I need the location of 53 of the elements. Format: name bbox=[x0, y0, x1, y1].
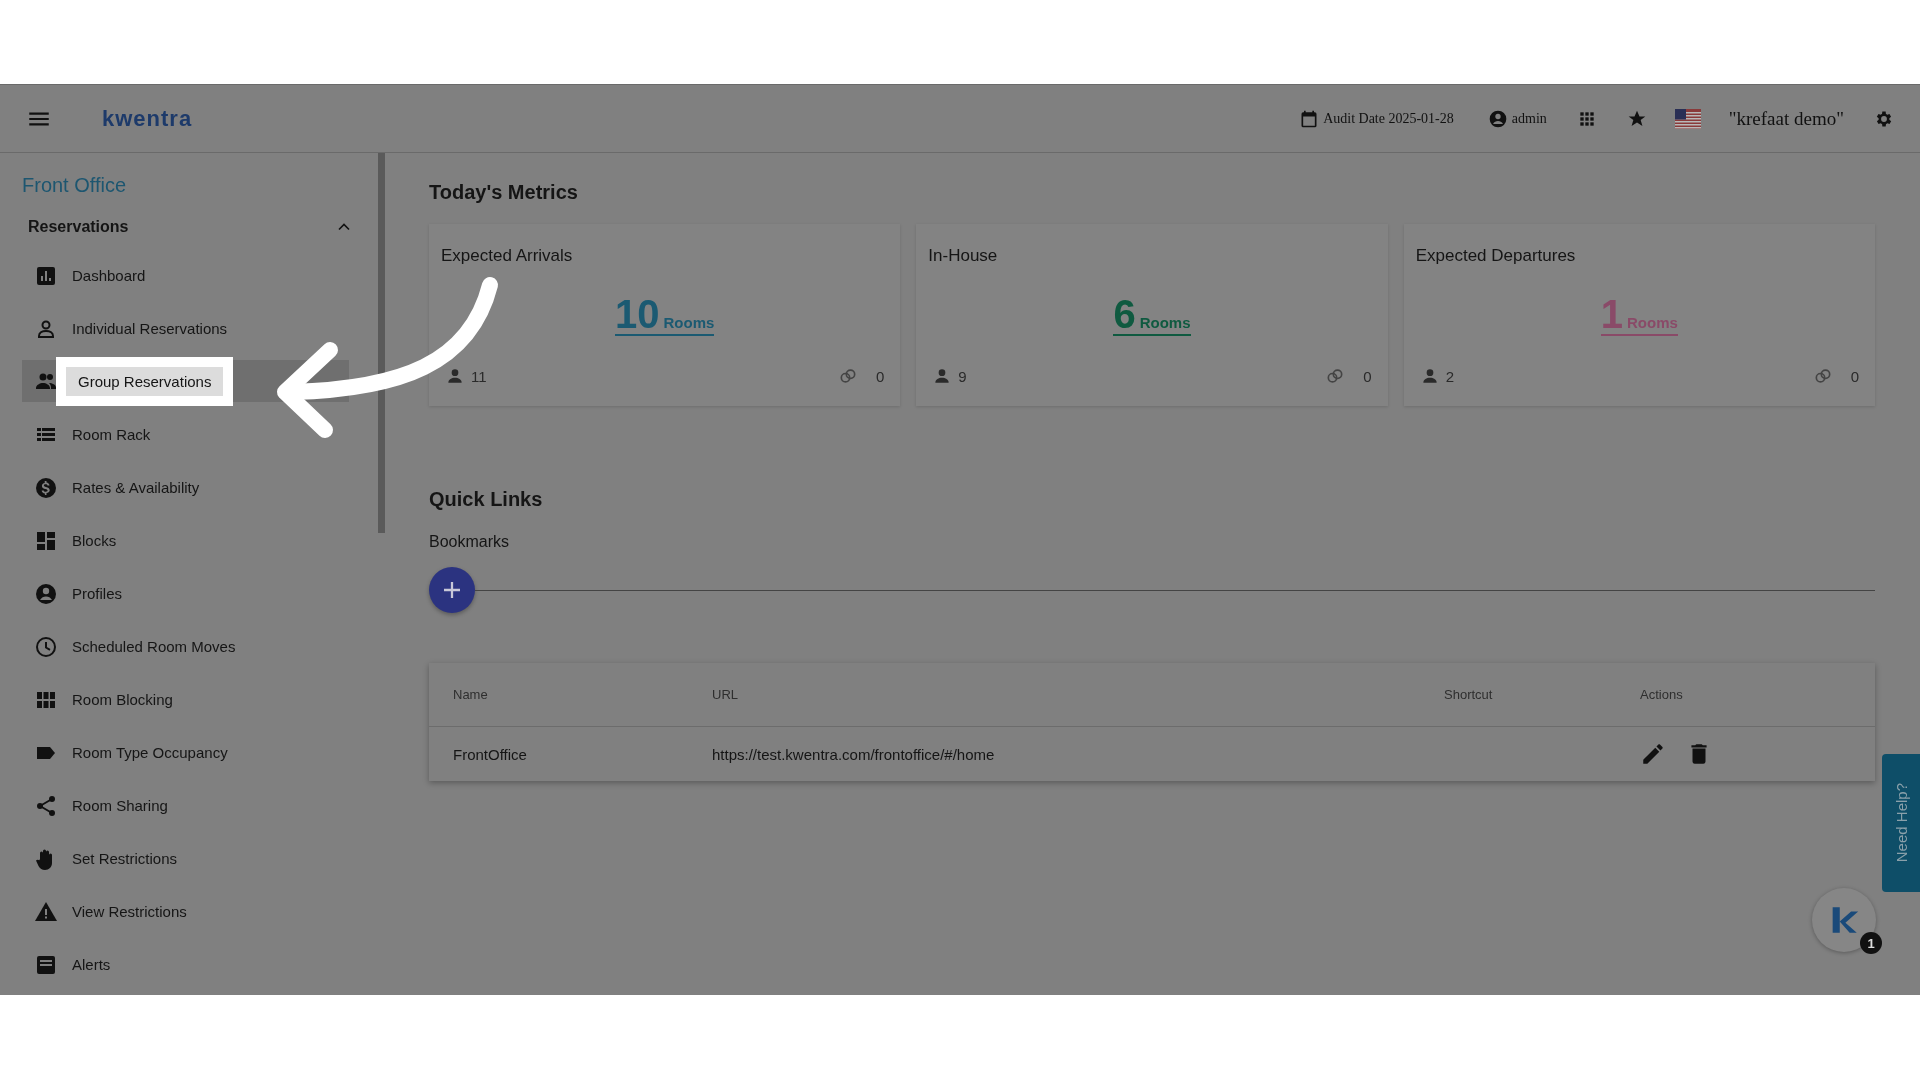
scrollbar[interactable] bbox=[378, 153, 385, 533]
chat-launcher-button[interactable] bbox=[1812, 888, 1876, 952]
need-help-tab[interactable]: Need Help? bbox=[1882, 754, 1920, 892]
share-icon bbox=[34, 793, 58, 818]
menu-item[interactable]: Blocks bbox=[22, 514, 349, 567]
menu-item[interactable]: Dashboard bbox=[22, 249, 349, 302]
guest-count: 11 bbox=[471, 367, 487, 385]
logo[interactable]: kwentra bbox=[102, 105, 193, 132]
account-circle-icon bbox=[34, 581, 58, 606]
shared-count: 0 bbox=[1363, 367, 1372, 385]
menu-item[interactable]: Rates & Availability bbox=[22, 461, 349, 514]
metric-title: Expected Arrivals bbox=[441, 246, 574, 266]
column-header: URL bbox=[712, 687, 739, 702]
menu-item[interactable]: View Restrictions bbox=[22, 885, 349, 938]
menu-item[interactable]: Room Type Occupancy bbox=[22, 726, 349, 779]
metric-title: Expected Departures bbox=[1415, 246, 1577, 266]
section-header[interactable]: Reservations bbox=[22, 205, 372, 249]
user-name[interactable]: admin bbox=[1511, 110, 1547, 127]
sidebar-title: Front Office bbox=[22, 172, 128, 198]
plus-icon bbox=[444, 582, 460, 598]
table-cell-text: https://test.kwentra.com/frontoffice/#/home bbox=[712, 745, 996, 763]
menu-item[interactable]: Alerts bbox=[22, 938, 349, 991]
calendar-icon bbox=[1299, 108, 1320, 129]
person-icon bbox=[445, 366, 465, 386]
link-icon bbox=[838, 366, 858, 386]
notification-badge: 1 bbox=[1860, 932, 1882, 954]
guest-count: 2 bbox=[1445, 367, 1454, 385]
shared-count: 0 bbox=[1850, 367, 1859, 385]
dollar-circle-icon bbox=[34, 475, 58, 500]
shared-count: 0 bbox=[876, 367, 885, 385]
menu-item[interactable]: Individual Reservations bbox=[22, 302, 349, 355]
audit-date: Audit Date 2025-01-28 bbox=[1323, 110, 1454, 127]
edit-icon[interactable] bbox=[1640, 741, 1666, 767]
company-name: "krefaat demo" bbox=[1728, 107, 1844, 130]
menu-item[interactable]: Scheduled Room Moves bbox=[22, 620, 349, 673]
table-cell-text: FrontOffice bbox=[453, 745, 528, 763]
bookmarks-label: Bookmarks bbox=[429, 533, 511, 551]
section-title: Today's Metrics bbox=[429, 181, 579, 204]
clock-icon bbox=[34, 634, 58, 659]
metric-title: In-House bbox=[928, 246, 999, 266]
add-bookmark-button[interactable] bbox=[429, 567, 475, 613]
guest-count: 9 bbox=[958, 367, 967, 385]
menu-item[interactable]: Room Sharing bbox=[22, 779, 349, 832]
us-flag-icon[interactable] bbox=[1674, 108, 1701, 129]
column-header: Name bbox=[453, 687, 489, 702]
column-header: Shortcut bbox=[1444, 687, 1494, 702]
column-header: Actions bbox=[1640, 687, 1684, 702]
user-icon bbox=[1487, 108, 1508, 129]
menu-item[interactable]: Room Rack bbox=[22, 408, 349, 461]
section-title: Quick Links bbox=[429, 488, 544, 511]
menu-item[interactable]: Room Blocking bbox=[22, 673, 349, 726]
menu-item[interactable]: Profiles bbox=[22, 567, 349, 620]
menu-item[interactable]: Set Restrictions bbox=[22, 832, 349, 885]
